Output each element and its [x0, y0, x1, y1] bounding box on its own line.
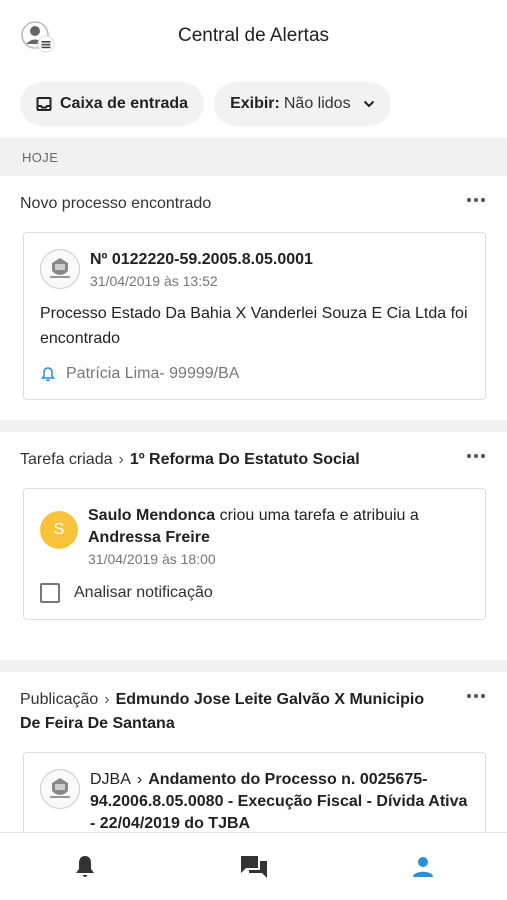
show-filter-dropdown[interactable]: Exibir: Não lidos — [214, 82, 391, 126]
filter-bar: Caixa de entrada Exibir: Não lidos — [20, 82, 487, 126]
alert-group-title: Novo processo encontrado — [20, 195, 212, 212]
task-checkbox[interactable] — [40, 583, 60, 603]
section-header: HOJE — [0, 138, 507, 176]
profile-avatar-icon — [21, 21, 55, 53]
bell-icon — [41, 367, 55, 382]
alerts-list[interactable]: HOJE Novo processo encontrado Nº 0122220… — [0, 138, 507, 832]
publication-source: DJBA — [90, 771, 131, 788]
chat-icon — [240, 855, 267, 878]
chevron-down-icon — [363, 100, 374, 108]
more-options-icon[interactable] — [467, 454, 485, 458]
alert-date: 31/04/2019 às 18:00 — [88, 551, 216, 567]
show-filter-label: Exibir: — [230, 95, 280, 112]
chevron-right-icon: › — [136, 771, 143, 788]
alert-group: Tarefa criada › 1º Reforma Do Estatuto Soc… — [0, 432, 507, 660]
more-options-icon[interactable] — [467, 198, 485, 202]
task-label: Analisar notificação — [74, 584, 213, 601]
user-avatar: S — [40, 511, 78, 549]
inbox-filter-button[interactable]: Caixa de entrada — [20, 82, 205, 126]
inbox-icon — [36, 97, 52, 111]
alert-group-title: Publicação › Edmundo Jose Leite Galvão X M… — [0, 672, 507, 736]
alert-type: Tarefa criada — [20, 451, 113, 468]
more-options-icon[interactable] — [467, 694, 485, 698]
alert-card[interactable]: S Saulo Mendonca criou uma tarefa e atri… — [23, 488, 486, 620]
target-name: Andressa Freire — [88, 529, 210, 546]
inbox-filter-label: Caixa de entrada — [60, 95, 189, 112]
alert-subject[interactable]: 1º Reforma Do Estatuto Social — [130, 451, 360, 468]
chevron-right-icon: › — [118, 451, 124, 468]
app-header: Central de Alertas — [0, 0, 507, 72]
court-logo-icon — [40, 769, 80, 809]
nav-messages[interactable] — [224, 837, 284, 897]
nav-alerts[interactable] — [55, 837, 115, 897]
bottom-nav — [0, 832, 507, 900]
alert-body: Processo Estado Da Bahia X Vanderlei Sou… — [40, 305, 468, 347]
owner-row: Patrícia Lima- 99999/BA — [40, 365, 469, 383]
chevron-right-icon: › — [104, 691, 110, 708]
page-title: Central de Alertas — [177, 25, 330, 46]
alert-group: Novo processo encontrado Nº 0122220-59.2… — [0, 176, 507, 420]
group-divider — [0, 660, 507, 672]
action-text: criou uma tarefa e atribuiu a — [215, 507, 419, 524]
owner-label: Patrícia Lima- 99999/BA — [66, 365, 240, 382]
profile-menu-button[interactable] — [20, 20, 56, 56]
alert-group: Publicação › Edmundo Jose Leite Galvão X M… — [0, 672, 507, 832]
actor-name: Saulo Mendonca — [88, 507, 216, 524]
publication-text: Andamento do Processo n. 0025675-94.2006… — [90, 771, 468, 832]
person-icon — [412, 856, 433, 877]
process-number: Nº 0122220-59.2005.8.05.0001 — [90, 251, 313, 268]
alert-card[interactable]: Nº 0122220-59.2005.8.05.0001 31/04/2019 … — [23, 232, 486, 400]
alert-type: Publicação — [20, 691, 99, 708]
court-logo-icon — [40, 249, 80, 289]
task-checkbox-row[interactable]: Analisar notificação — [40, 583, 469, 603]
bell-icon — [75, 855, 94, 877]
alert-card[interactable]: DJBA › Andamento do Processo n. 0025675-94… — [23, 752, 486, 832]
alert-group-title: Tarefa criada › 1º Reforma Do Estatuto Soc… — [0, 432, 507, 472]
nav-profile[interactable] — [393, 837, 453, 897]
group-divider — [0, 420, 507, 432]
alert-date: 31/04/2019 às 13:52 — [90, 273, 218, 289]
show-filter-value: Não lidos — [283, 95, 351, 112]
